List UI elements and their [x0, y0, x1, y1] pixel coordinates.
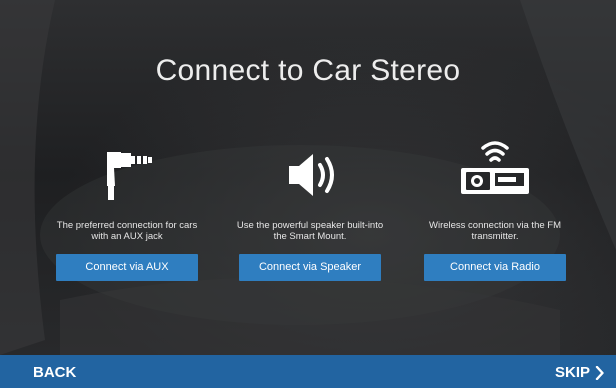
option-speaker: Use the powerful speaker built-into the … [235, 138, 385, 281]
connect-screen: Connect to Car Stereo The preferred conn… [0, 0, 616, 388]
connect-aux-button[interactable]: Connect via AUX [56, 254, 198, 281]
aux-jack-icon [52, 138, 202, 200]
skip-label: SKIP [554, 364, 590, 381]
connect-radio-button[interactable]: Connect via Radio [424, 254, 566, 281]
option-description: Use the powerful speaker built-into the … [236, 220, 384, 242]
option-description: Wireless connection via the FM transmitt… [429, 220, 561, 242]
option-aux: The preferred connection for cars with a… [52, 138, 202, 281]
footer-bar: BACK SKIP [0, 355, 616, 388]
option-radio: Wireless connection via the FM transmitt… [420, 138, 570, 281]
option-description: The preferred connection for cars with a… [56, 220, 198, 242]
back-button[interactable]: BACK [33, 364, 76, 381]
speaker-icon [235, 138, 385, 200]
radio-wireless-icon [420, 138, 570, 200]
connect-speaker-button[interactable]: Connect via Speaker [239, 254, 381, 281]
skip-button[interactable]: SKIP [555, 364, 604, 381]
page-title: Connect to Car Stereo [155, 54, 461, 87]
chevron-right-icon [595, 365, 604, 380]
